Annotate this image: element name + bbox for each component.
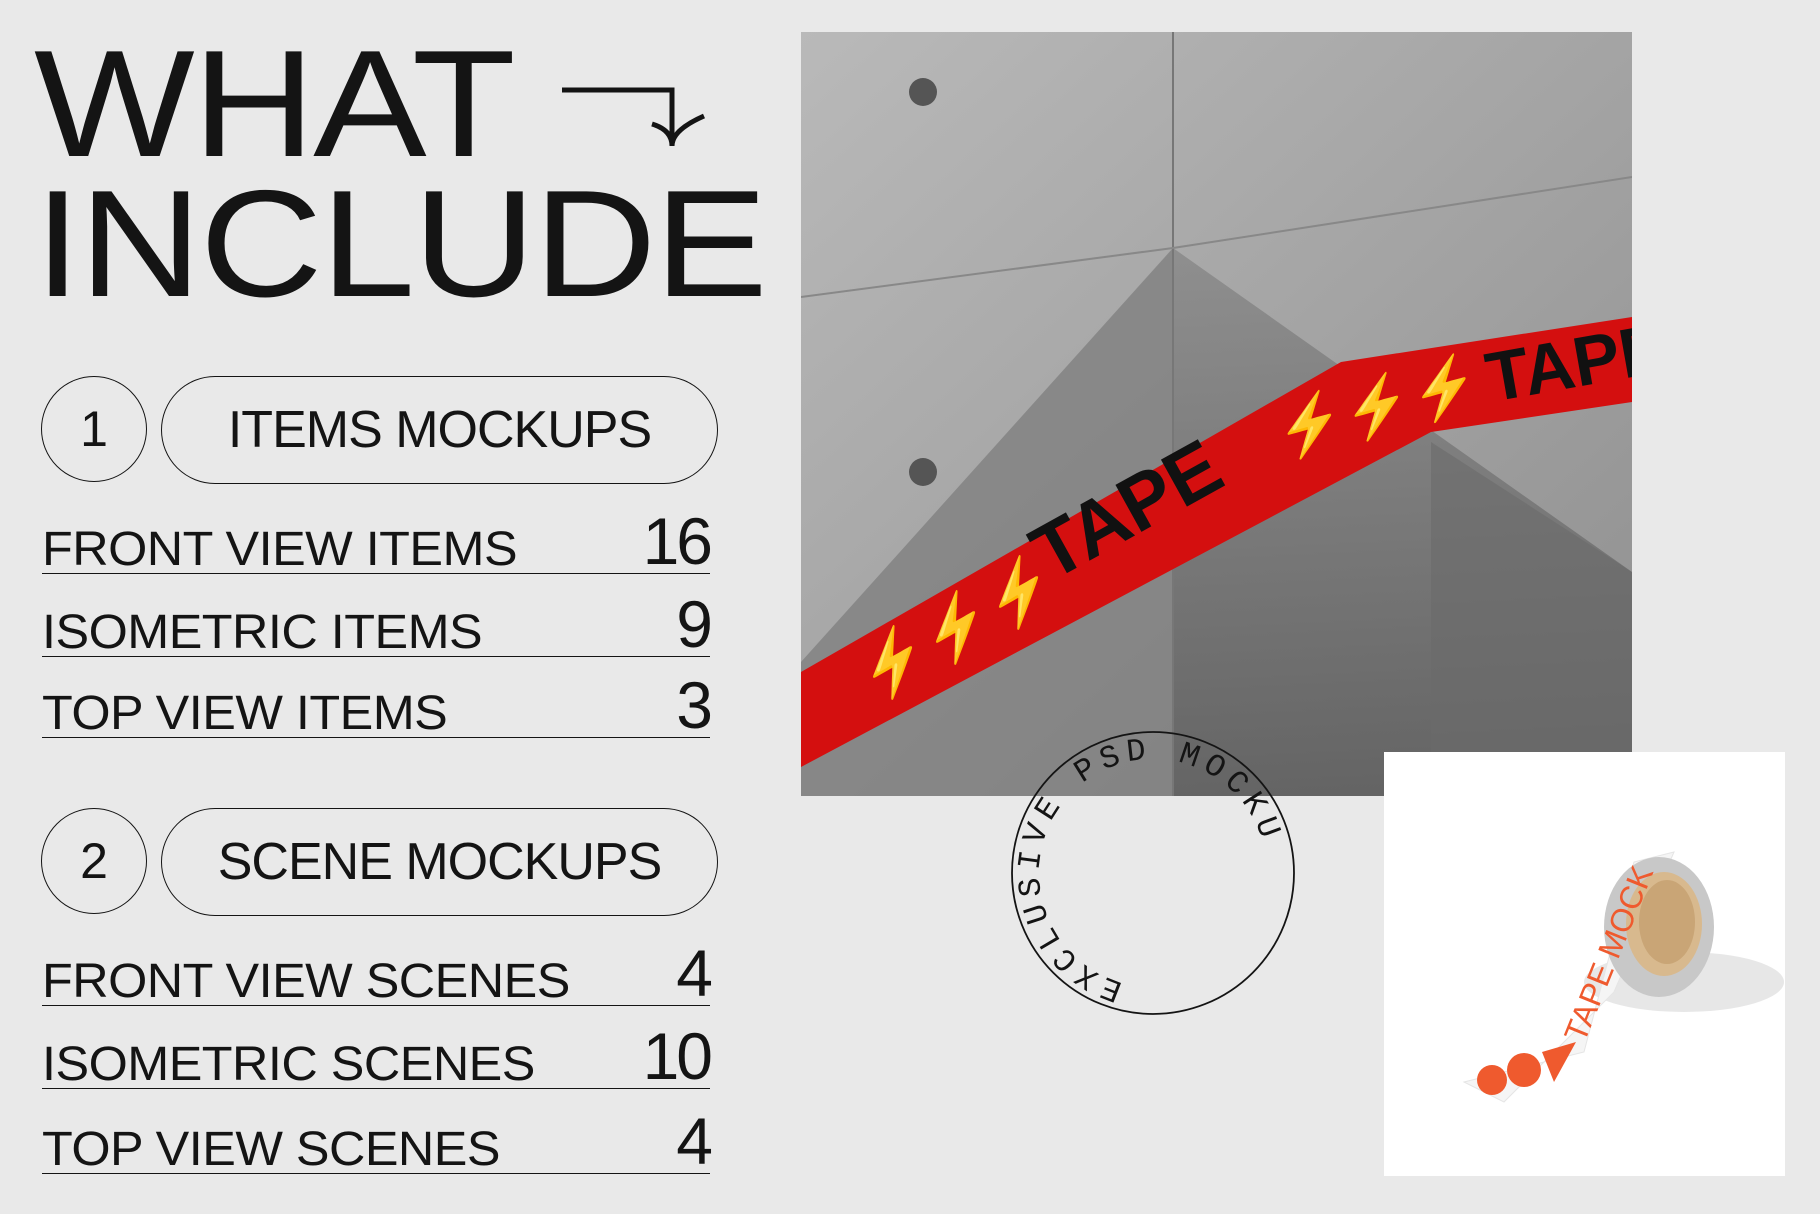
list-item: FRONT VIEW SCENES 4 (42, 925, 713, 1010)
item-count: 9 (676, 587, 713, 661)
concrete-tape-photo: TAPE TAPE ⚡⚡⚡ ⚡⚡⚡ (801, 32, 1632, 796)
list-item: ISOMETRIC ITEMS 9 (42, 576, 713, 661)
section-number: 2 (41, 808, 147, 914)
tape-roll-product: TAPE MOCK (1384, 752, 1785, 1176)
arrow-right-down-icon (562, 87, 706, 147)
item-label: FRONT VIEW ITEMS (42, 523, 518, 576)
item-label: ISOMETRIC ITEMS (42, 606, 483, 659)
list-item: ISOMETRIC SCENES 10 (42, 1008, 713, 1093)
item-label: TOP VIEW ITEMS (42, 687, 448, 740)
heading-line-1: WHAT (34, 19, 516, 189)
item-count: 4 (676, 1104, 713, 1178)
item-count: 4 (676, 936, 713, 1010)
svg-text:EXCLUSIVE PSD MOCKU: EXCLUSIVE PSD MOCKU (1008, 728, 1298, 1018)
section-number: 1 (41, 376, 147, 482)
item-count: 16 (642, 504, 713, 578)
section-title-pill: SCENE MOCKUPS (161, 808, 718, 916)
exclusive-stamp: EXCLUSIVE PSD MOCKU (1008, 728, 1298, 1018)
list-item: FRONT VIEW ITEMS 16 (42, 493, 713, 578)
list-item: TOP VIEW ITEMS 3 (42, 657, 713, 742)
item-label: ISOMETRIC SCENES (42, 1038, 535, 1091)
logo-shape (1507, 1053, 1541, 1087)
item-count: 3 (676, 668, 713, 742)
logo-shape (1542, 1042, 1576, 1082)
item-label: FRONT VIEW SCENES (42, 955, 570, 1008)
section-title-pill: ITEMS MOCKUPS (161, 376, 718, 484)
logo-shape (1477, 1065, 1507, 1095)
list-item: TOP VIEW SCENES 4 (42, 1093, 713, 1178)
stamp-text: EXCLUSIVE PSD MOCKU (1008, 728, 1298, 1018)
heading-line-2: INCLUDE (34, 159, 768, 329)
item-count: 10 (642, 1019, 713, 1093)
item-label: TOP VIEW SCENES (42, 1123, 501, 1176)
